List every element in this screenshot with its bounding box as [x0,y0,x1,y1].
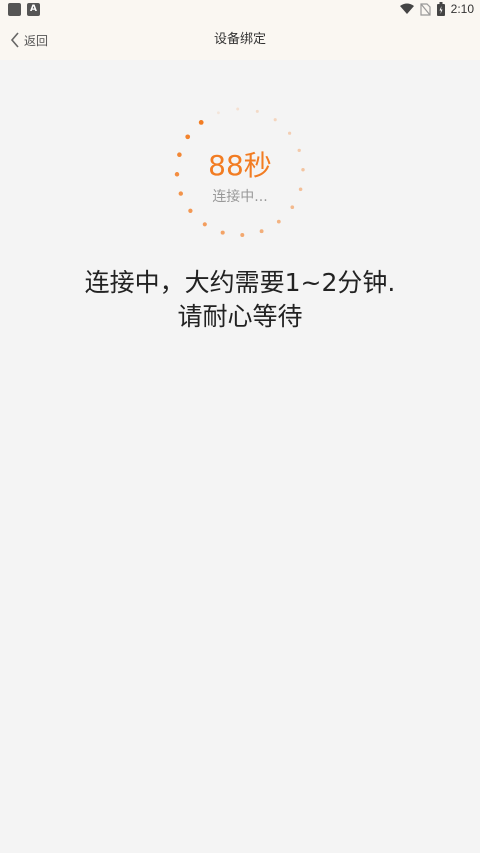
a-badge-icon: A [27,3,40,16]
nav-bar: 返回 设备绑定 [0,20,480,60]
spinner-dot [217,111,220,115]
wifi-icon [399,3,414,14]
status-time: 2:10 [450,2,474,16]
spinner-dot [220,230,225,235]
spinner-dot [240,233,245,237]
spinner-dot [236,107,240,111]
spinner-dot [202,222,207,227]
spinner-dot [185,134,191,140]
spinner-dot [287,131,292,135]
spinner-dot [259,229,264,234]
page-title: 设备绑定 [213,32,266,47]
battery-icon [436,2,445,16]
spinner-dot [188,208,193,213]
connecting-message: 连接中，大约需要1~2分钟. [84,268,396,297]
loading-spinner: 88秒 连接中... [170,102,310,242]
wait-message: 请耐心等待 [177,302,303,331]
spinner-dot [276,219,281,224]
status-bar: A 2:10 [0,0,480,20]
spinner-dot [198,120,204,125]
countdown-timer: 88秒 [208,149,272,182]
spinner-dot [255,109,259,113]
spinner-dot [273,118,277,122]
no-sim-icon [420,2,431,16]
connecting-status: 连接中... [212,189,268,205]
app-square-icon [8,3,21,16]
